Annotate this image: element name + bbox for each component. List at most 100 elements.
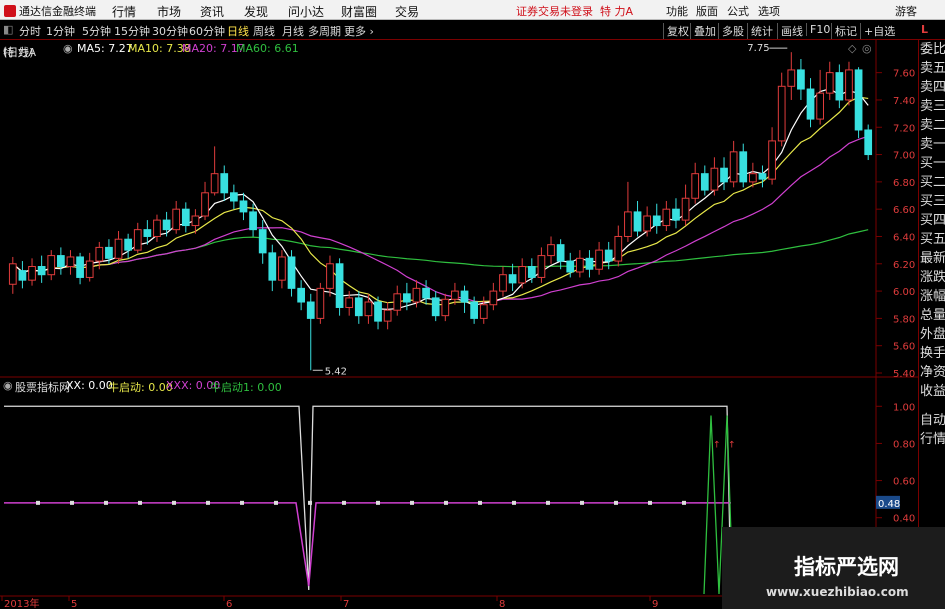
side-panel-item[interactable]: 总量 [919, 306, 945, 325]
candle-body [739, 151, 748, 183]
candle-body [181, 208, 190, 227]
candle-body [768, 140, 776, 180]
settings-icon[interactable]: ◉ [63, 42, 73, 55]
side-panel-item[interactable]: 卖三 [919, 97, 945, 116]
side-panel-item[interactable]: 行情 [919, 430, 945, 449]
price-tick-label: 6.20 [893, 260, 915, 271]
time-tick-label: 9 [652, 599, 658, 609]
side-panel-item[interactable]: 卖二 [919, 116, 945, 135]
candle-body [633, 211, 642, 232]
signal-dot [36, 500, 40, 505]
price-tick-label: 5.60 [893, 342, 915, 353]
side-panel-item[interactable]: 买五 [919, 230, 945, 249]
time-tick-label: 5 [71, 599, 77, 609]
candle-body [700, 173, 709, 191]
candle-body [681, 197, 690, 221]
side-panel-item[interactable]: 卖四 [919, 78, 945, 97]
candle-body [383, 309, 392, 322]
low-price-label: 5.42 [325, 366, 347, 377]
restore-icon[interactable]: ◎ [862, 42, 872, 55]
signal-dot [614, 500, 618, 505]
candle-body [124, 238, 133, 251]
candle-body [364, 301, 373, 317]
sub-indicator-info: ◉ 股票指标网 XX: 0.00 牛启动: 0.00 XXX: 0.00 牛启动… [0, 378, 875, 394]
candle-body [412, 287, 421, 303]
side-panel-item[interactable]: 净资 [919, 363, 945, 382]
price-tick-label: 6.40 [893, 232, 915, 243]
candle-body [777, 85, 786, 142]
candle-body [47, 255, 56, 276]
sub-tick-label: 1.00 [893, 402, 915, 413]
xx-label: XX: 0.00 [66, 379, 113, 392]
candle-body [191, 215, 200, 227]
side-panel-item[interactable]: 买二 [919, 173, 945, 192]
candle-body [489, 290, 498, 306]
candle-body [451, 290, 459, 300]
indicator-info-bar: 特 力A (日线) ◉ MA5: 7.27 MA10: 7.38 MA20: 7.… [3, 42, 872, 59]
candle-body [460, 290, 469, 303]
side-panel-item[interactable]: 自动 [919, 411, 945, 430]
current-value-label: 0.48 [878, 499, 900, 510]
candle-body [441, 298, 450, 317]
candle-body [470, 301, 479, 319]
diamond-icon[interactable]: ◇ [848, 42, 856, 55]
side-panel-item[interactable]: 委比 [919, 40, 945, 59]
signal-dot [478, 500, 482, 505]
side-panel-item[interactable]: 涨跌 [919, 268, 945, 287]
candle-body [748, 173, 757, 183]
candle-body [518, 266, 527, 284]
watermark-url: www.xuezhibiao.com [766, 585, 909, 599]
candle-body [8, 263, 17, 285]
side-panel-item[interactable]: 外盘 [919, 325, 945, 344]
candle-body [249, 211, 257, 231]
side-panel-item[interactable]: 最新 [919, 249, 945, 268]
candle-body [845, 69, 853, 101]
candle-body [624, 211, 632, 237]
price-tick-label: 7.60 [893, 69, 915, 80]
candle-body [153, 219, 161, 237]
side-panel-item[interactable]: 换手 [919, 344, 945, 363]
candle-body [691, 173, 700, 199]
side-panel-item[interactable]: 卖一 [919, 135, 945, 154]
price-tick-label: 7.00 [893, 151, 915, 162]
candle-body [652, 215, 661, 227]
candle-body [162, 219, 171, 231]
time-tick-label: 8 [499, 599, 505, 609]
candle-body [720, 167, 728, 183]
signal-dot [444, 500, 448, 505]
side-panel-item[interactable]: 涨幅 [919, 287, 945, 306]
kline-chart[interactable]: 7.60 7.40 7.20 7.00 6.80 6.60 6.40 6.20 6.00 5.80… [0, 0, 945, 609]
candle-body [201, 192, 209, 217]
side-panel-item[interactable]: 买三 [919, 192, 945, 211]
candle-body [220, 173, 229, 194]
sub-tick-label: 0.80 [893, 439, 915, 450]
side-panel-item[interactable]: 买四 [919, 211, 945, 230]
side-panel-item[interactable]: 买一 [919, 154, 945, 173]
signal-dot [342, 500, 346, 505]
candle-body [595, 249, 603, 270]
candle-body [499, 274, 507, 292]
candle-body [825, 72, 834, 94]
sub-tick-label: 0.40 [893, 514, 915, 525]
candle-body [479, 304, 488, 319]
signal-dot [410, 500, 414, 505]
signal-dot [546, 500, 550, 505]
price-tick-label: 7.20 [893, 123, 915, 134]
side-panel-item[interactable]: 卖五 [919, 59, 945, 78]
candle-body [268, 252, 277, 281]
candle-body [210, 173, 219, 194]
candle-body [335, 263, 344, 308]
candle-body [345, 297, 354, 308]
candle-body [508, 274, 517, 284]
signal-dot [206, 500, 210, 505]
candle-body [835, 72, 844, 101]
signal-dot [682, 500, 686, 505]
candle-body [306, 301, 315, 319]
candle-body [662, 208, 671, 227]
side-panel-item[interactable]: 收益 [919, 382, 945, 401]
settings-icon[interactable]: ◉ [3, 379, 13, 392]
candle-body [864, 129, 873, 156]
candle-body [854, 69, 863, 131]
candle-body [374, 301, 382, 322]
signal-dot [376, 500, 380, 505]
